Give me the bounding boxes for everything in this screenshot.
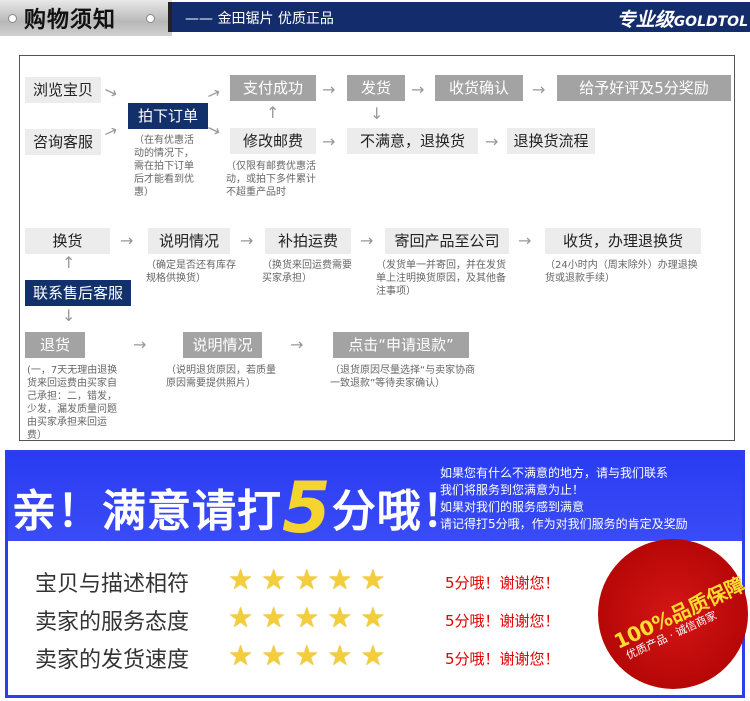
message-line: 如果您有什么不满意的地方，请与我们联系 <box>440 466 669 480</box>
step-receive-exchange: 收货，办理退换货 <box>545 228 701 254</box>
arrow-icon: → <box>240 231 254 250</box>
star-rating: ★★★★★ <box>228 639 394 672</box>
rating-header: 亲！满意请打5分哦！ 如果您有什么不满意的地方，请与我们联系 我们将服务到您满意… <box>8 453 742 549</box>
step-explain-return: 说明情况 <box>183 332 262 358</box>
dot-icon <box>8 14 17 23</box>
arrow-icon: → <box>518 231 532 250</box>
step-browse: 浏览宝贝 <box>25 77 101 103</box>
note-refund: （退货原因尽量选择“与卖家协商一致退款”等待卖家确认） <box>330 365 476 389</box>
brand-logo: 专业级GOLDTOL <box>617 5 748 32</box>
arrow-up-icon: ↑ <box>62 253 76 272</box>
step-exchange: 换货 <box>25 228 110 254</box>
arrow-icon: → <box>485 132 499 151</box>
rating-headline: 亲！满意请打5分哦！ <box>12 467 467 549</box>
step-modify-postage: 修改邮费 <box>230 128 316 154</box>
step-pay: 支付成功 <box>230 75 316 101</box>
arrow-icon: → <box>133 335 147 354</box>
rating-label: 卖家的发货速度 <box>35 648 190 673</box>
rating-thanks: 5分哦！谢谢您！ <box>445 612 560 630</box>
arrow-up-icon: ↑ <box>266 103 280 122</box>
note-shipping: （换货来回运费需要买家承担） <box>262 260 352 284</box>
rating-thanks: 5分哦！谢谢您！ <box>445 650 560 668</box>
rating-message: 如果您有什么不满意的地方，请与我们联系 我们将服务到您满意为止！ 如果对我们的服… <box>440 465 688 533</box>
arrow-icon: → <box>532 80 546 99</box>
step-unsatisfied: 不满意，退换货 <box>347 128 478 154</box>
brand-cn: 专业级 <box>616 9 674 31</box>
star-rating: ★★★★★ <box>228 601 394 634</box>
arrow-down-icon: ↓ <box>370 104 384 123</box>
note-send-back: （发货单一并寄回，并在发货单上注明换货原因，及其他备注事项） <box>376 260 506 297</box>
headline-text: 亲！满意请打 <box>12 486 282 537</box>
arrow-icon: → <box>411 80 425 99</box>
step-confirm: 收货确认 <box>435 75 523 101</box>
step-send-back: 寄回产品至公司 <box>385 228 509 254</box>
rating-label: 宝贝与描述相符 <box>35 572 190 597</box>
contact-after-sales: 联系售后客服 <box>25 280 131 306</box>
step-review: 给予好评及5分奖励 <box>557 75 731 101</box>
arrow-icon: → <box>322 132 336 151</box>
step-return: 退货 <box>25 332 85 358</box>
message-line: 我们将服务到您满意为止！ <box>440 483 585 497</box>
arrow-icon: → <box>360 231 374 250</box>
step-ship: 发货 <box>347 75 405 101</box>
star-rating: ★★★★★ <box>228 563 394 596</box>
brand-en: GOLDTOL <box>673 14 748 30</box>
note-explain-return: （说明退货原因，若质量原因需要提供照片） <box>166 365 276 389</box>
page-title: 购物须知 <box>24 8 117 33</box>
note-order: （在有优惠活动的情况下，需在拍下订单后才能看到优惠） <box>134 135 194 198</box>
message-line: 请记得打5分哦，作为对我们服务的肯定及奖励 <box>440 517 688 531</box>
step-consult: 咨询客服 <box>25 129 101 155</box>
note-postage: （仅限有邮费优惠活动，或拍下多件累计不超重产品时 <box>226 161 316 198</box>
rating-label: 卖家的服务态度 <box>35 610 190 635</box>
rating-thanks: 5分哦！谢谢您！ <box>445 574 560 592</box>
step-order: 拍下订单 <box>128 103 208 129</box>
dot-icon <box>146 14 155 23</box>
headline-five: 5 <box>282 467 332 549</box>
note-receive: （24小时内（周末除外）办理退换货或退款手续） <box>545 260 698 284</box>
seal-main-text: 100%品质保障 <box>610 572 749 654</box>
rating-banner: 亲！满意请打5分哦！ 如果您有什么不满意的地方，请与我们联系 我们将服务到您满意… <box>5 450 749 698</box>
note-return: (一，7天无理由退换货来回运费由买家自己承担：二，错发，少发，漏发质量问题由买家… <box>27 365 118 441</box>
step-click-refund: 点击“申请退款” <box>333 332 469 358</box>
arrow-icon: → <box>290 335 304 354</box>
note-explain: （确定是否还有库存规格供换货） <box>146 260 236 284</box>
arrow-icon: → <box>120 231 134 250</box>
header-slogan: —— 金田锯片 优质正品 <box>185 11 334 27</box>
quality-seal-badge: 100%品质保障 优质产品 · 诚信商家 <box>598 539 749 689</box>
arrow-down-icon: ↓ <box>62 306 76 325</box>
step-pay-shipping: 补拍运费 <box>265 228 351 254</box>
step-explain: 说明情况 <box>148 228 230 254</box>
message-line: 如果对我们的服务感到满意 <box>440 500 585 514</box>
arrow-icon: → <box>322 80 336 99</box>
step-return-process: 退换货流程 <box>507 128 595 154</box>
